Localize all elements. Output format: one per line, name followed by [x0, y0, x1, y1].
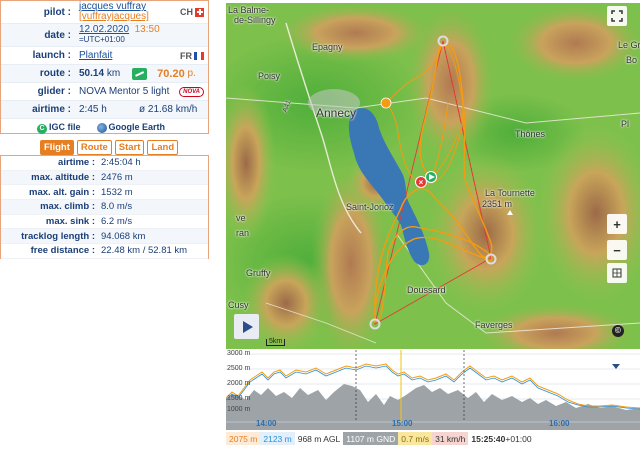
layers-button[interactable]	[607, 263, 627, 283]
download-links: C IGC file Google Earth	[1, 119, 208, 136]
map-label-gruffy: Gruffy	[246, 268, 271, 278]
airtime-value: 2:45 h	[79, 104, 107, 115]
date-label: date :	[44, 29, 71, 41]
tracklog-status-bar: 2075 m 2123 m 968 m AGL 1107 m GND 0.7 m…	[226, 432, 640, 445]
y-tick: 1000 m	[227, 406, 251, 413]
takeoff-marker	[380, 97, 392, 109]
stat-row: max. alt. gain :1532 m	[1, 185, 208, 201]
date-time: 13:50	[134, 24, 160, 35]
google-earth-icon	[96, 122, 107, 133]
map-label-thones: Thônes	[515, 129, 546, 139]
igc-icon: C	[37, 123, 47, 134]
stat-row: tracklog length :94.068 km	[1, 229, 208, 245]
airtime-row: airtime : 2:45 h ø 21.68 km/h	[1, 101, 208, 119]
flight-stats-table: airtime :2:45:04 h max. altitude :2476 m…	[0, 155, 209, 259]
map-label-doussard: Doussard	[407, 285, 446, 295]
map-label-de-sillingy: de-Sillingy	[234, 15, 276, 25]
swiss-flag-icon	[195, 7, 204, 17]
stat-row: airtime :2:45:04 h	[1, 156, 208, 171]
detail-tabs: Flight Route Start Land	[40, 140, 179, 155]
stat-row: max. sink :6.2 m/s	[1, 215, 208, 230]
glider-label: glider :	[37, 86, 71, 97]
route-distance: 50.14	[79, 68, 105, 79]
map-label-faverges: Faverges	[475, 320, 513, 330]
french-flag-icon	[194, 51, 204, 60]
route-points: 70.20	[157, 67, 185, 80]
status-speed: 31 km/h	[432, 432, 469, 445]
flight-info-card: pilot : jacques vuffray [vuffrayjacques]…	[0, 0, 209, 134]
x-tick: 14:00	[256, 419, 277, 428]
map-label-cusy: Cusy	[228, 300, 249, 310]
igc-download-link[interactable]: C IGC file	[37, 122, 81, 134]
status-baro-alt: 2123 m	[260, 432, 295, 445]
map-label-p1: Pl	[621, 119, 630, 129]
stat-row: max. climb :8.0 m/s	[1, 200, 208, 215]
status-gps-alt: 2075 m	[226, 432, 261, 445]
glider-brand-logo: NOVA	[179, 86, 204, 97]
x-tick: 16:00	[549, 419, 570, 428]
x-tick: 15:00	[392, 419, 413, 428]
map-label-la-tournette-alt: 2351 m	[482, 199, 513, 209]
map-label-le-gr: Le Gr	[618, 40, 640, 50]
stat-row: free distance :22.48 km / 52.81 km	[1, 244, 208, 259]
tab-land[interactable]: Land	[147, 140, 179, 155]
pilot-label: pilot :	[43, 6, 71, 18]
copyright-icon: ©	[612, 325, 624, 337]
altitude-chart[interactable]: 3000 m 2500 m 2000 m 1500 m 1000 m 14:00…	[225, 350, 640, 430]
map-label-ve: ve	[236, 213, 246, 223]
pilot-user-link[interactable]: [vuffrayjacques]	[79, 12, 149, 22]
zoom-in-button[interactable]: +	[607, 214, 627, 234]
tab-route[interactable]: Route	[76, 140, 112, 155]
map-label-la-balme: La Balme-	[228, 5, 270, 15]
map-label-epagny: Epagny	[312, 42, 343, 52]
y-tick: 3000 m	[227, 350, 251, 357]
map-scale: 5km	[266, 338, 286, 346]
zoom-out-button[interactable]: −	[607, 240, 627, 260]
date-row: date : 12.02.2020 13:50 =UTC+01:00	[1, 24, 208, 47]
glider-name: NOVA Mentor 5 light	[79, 86, 170, 97]
status-time: 15:25:40	[471, 433, 506, 444]
date-link[interactable]: 12.02.2020	[79, 24, 129, 35]
launch-row: launch : Planfait FR	[1, 47, 208, 65]
status-tz: +01:00	[505, 433, 532, 444]
map-label-poisy: Poisy	[258, 71, 281, 81]
status-vario: 0.7 m/s	[398, 432, 433, 445]
altitude-profile	[225, 350, 640, 430]
fullscreen-icon	[611, 10, 623, 22]
svg-text:×: ×	[419, 178, 424, 187]
stat-row: max. altitude :2476 m	[1, 170, 208, 186]
route-label: route :	[39, 68, 71, 79]
status-ground: 1107 m GND	[343, 432, 399, 445]
tab-start[interactable]: Start	[114, 140, 145, 155]
route-row: route : 50.14 km 70.20 p.	[1, 65, 208, 83]
y-tick: 1500 m	[227, 395, 251, 402]
launch-country: FR	[180, 51, 204, 61]
timezone: =UTC+01:00	[79, 35, 125, 44]
map-label-annecy: Annecy	[316, 106, 357, 120]
layers-icon	[612, 268, 622, 278]
airtime-label: airtime :	[32, 104, 71, 115]
play-button[interactable]	[234, 314, 259, 339]
map-label-la-tournette: La Tournette	[485, 188, 535, 198]
terrain-map: ×	[226, 3, 640, 349]
pilot-country: CH	[180, 7, 204, 17]
status-agl: 968 m AGL	[297, 433, 341, 444]
y-tick: 2000 m	[227, 380, 251, 387]
fullscreen-button[interactable]	[607, 6, 627, 26]
launch-link[interactable]: Planfait	[79, 50, 112, 61]
y-tick: 2500 m	[227, 365, 251, 372]
avg-speed: ø 21.68 km/h	[139, 104, 198, 115]
glider-row: glider : NOVA Mentor 5 light NOVA	[1, 83, 208, 101]
map-label-bo: Bo	[626, 55, 638, 65]
google-earth-link[interactable]: Google Earth	[96, 122, 165, 133]
map-label-saint-jorioz: Saint-Jorioz	[346, 202, 394, 212]
pilot-row: pilot : jacques vuffray [vuffrayjacques]…	[1, 1, 208, 24]
map-label-ran: ran	[236, 228, 250, 238]
flight-map[interactable]: × La Balme- de-Sillingy Epagny Poisy Ann…	[226, 3, 640, 349]
launch-label: launch :	[32, 50, 71, 61]
route-type-icon[interactable]	[132, 67, 148, 80]
tab-flight[interactable]: Flight	[40, 140, 74, 155]
